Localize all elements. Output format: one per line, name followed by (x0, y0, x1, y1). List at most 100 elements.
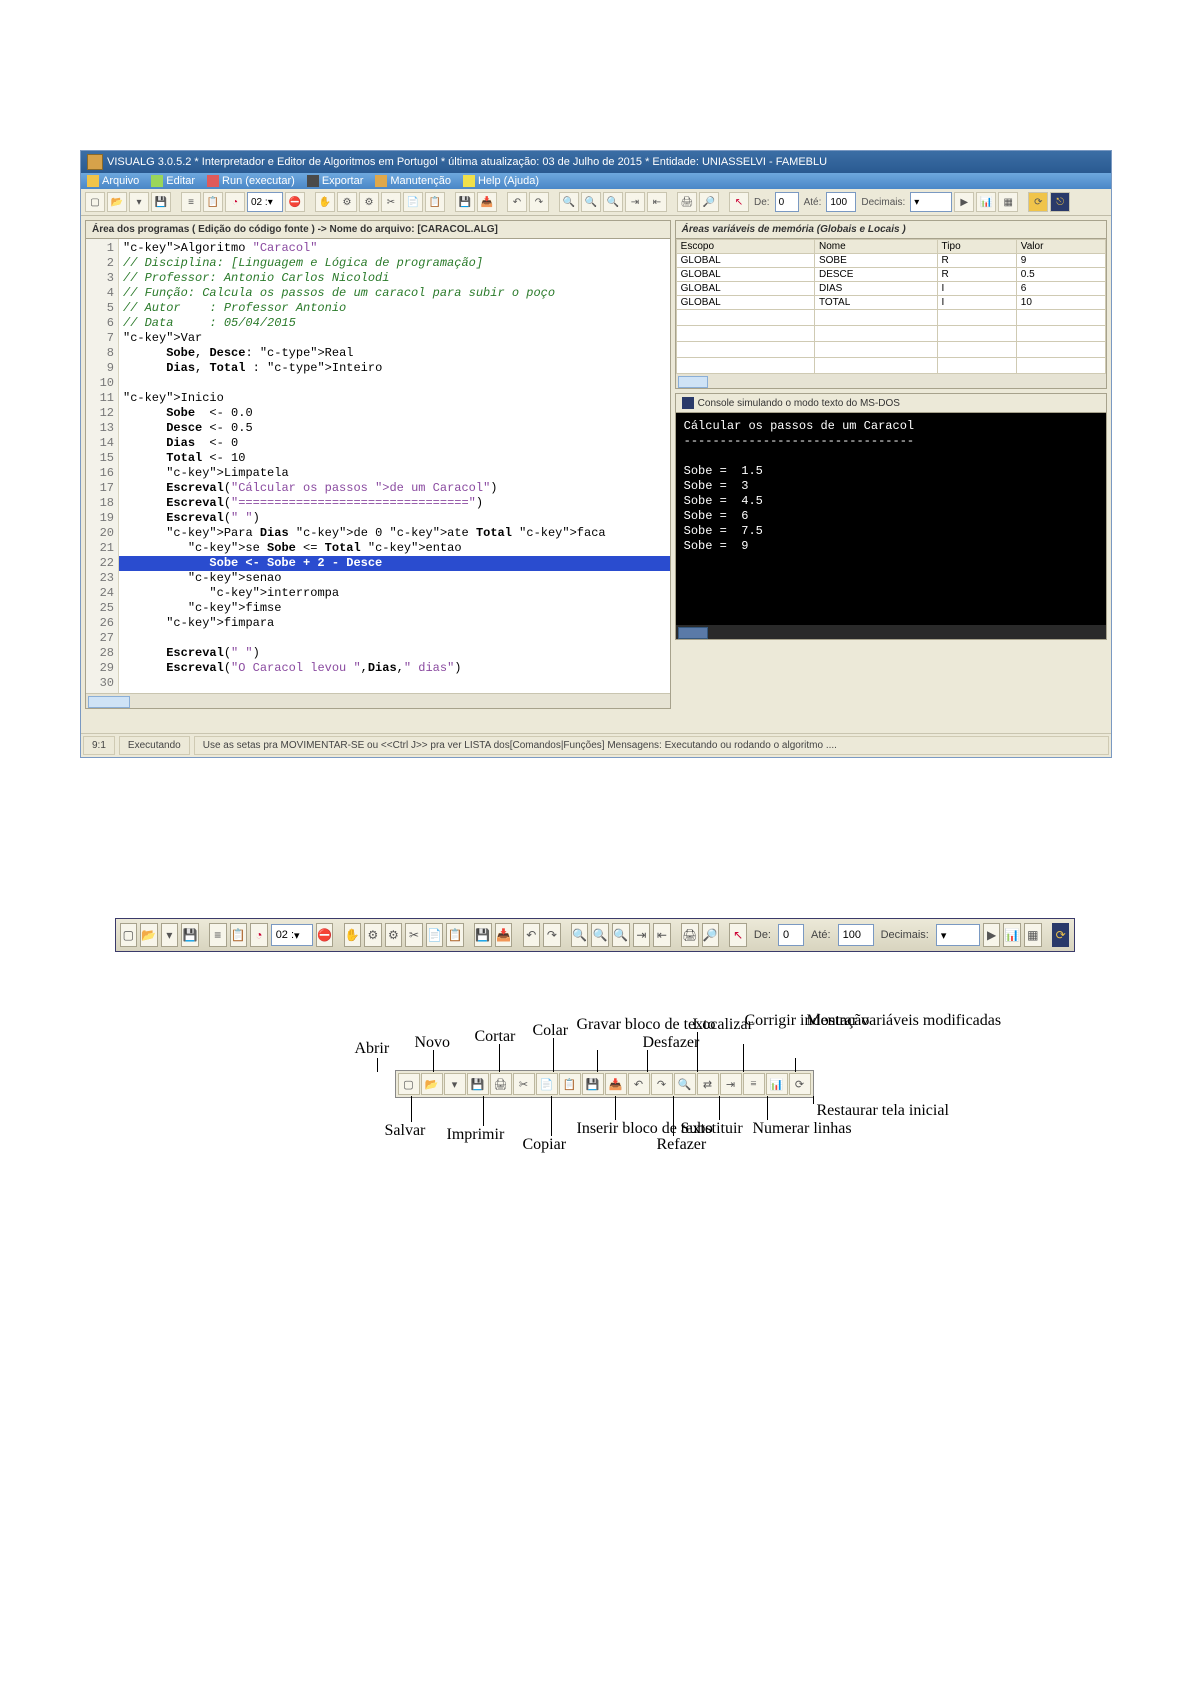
redo-icon[interactable]: ↷ (529, 192, 549, 212)
hand-icon[interactable]: ✋ (315, 192, 335, 212)
gear-icon[interactable]: ⚙ (364, 923, 382, 947)
copy-icon[interactable]: 📄 (403, 192, 423, 212)
exit-icon[interactable]: ⎋ (1050, 192, 1070, 212)
new-icon[interactable]: ▢ (120, 923, 138, 947)
outdent-icon[interactable]: ⇤ (647, 192, 667, 212)
h-scrollbar[interactable] (86, 693, 670, 708)
saveblock-icon[interactable]: 💾 (455, 192, 475, 212)
replace-icon: ⇄ (697, 1073, 719, 1095)
cut-icon[interactable]: ✂ (405, 923, 423, 947)
label-substituir: Substituir (681, 1120, 743, 1138)
menu-manutencao[interactable]: Manutenção (375, 175, 451, 187)
redo-icon[interactable]: ↷ (543, 923, 561, 947)
decimais-label: Decimais: (877, 929, 933, 941)
dropdown-icon[interactable]: ▾ (129, 192, 149, 212)
indent-icon[interactable]: ⇥ (625, 192, 645, 212)
timer-icon[interactable]: ◔ (250, 923, 268, 947)
ate-label: Até: (801, 197, 825, 208)
insertblock-icon[interactable]: 📥 (477, 192, 497, 212)
ate-field[interactable]: 100 (826, 192, 856, 212)
paste-icon: 📋 (559, 1073, 581, 1095)
restore-icon[interactable]: ⟳ (1052, 923, 1070, 947)
paste2-icon[interactable]: 📋 (446, 923, 464, 947)
save-icon[interactable]: 💾 (151, 192, 171, 212)
code-lines[interactable]: "c-key">Algoritmo "Caracol"// Disciplina… (119, 239, 670, 693)
save-icon[interactable]: 💾 (181, 923, 199, 947)
grid-icon[interactable]: ▦ (998, 192, 1018, 212)
code-body[interactable]: 1 2 3 4 5 6 7 8 9 10 11 12 13 14 15 16 1… (86, 239, 670, 693)
vars-icon[interactable]: 📊 (976, 192, 996, 212)
decimais-combo[interactable]: ▾ (936, 924, 980, 946)
de-field[interactable]: 0 (778, 924, 804, 946)
vars-col: Valor (1016, 240, 1105, 254)
numerate-icon[interactable]: ≡ (209, 923, 227, 947)
menu-run[interactable]: Run (executar) (207, 175, 295, 187)
print-icon[interactable]: 🖨 (681, 923, 699, 947)
paste2-icon[interactable]: 📋 (425, 192, 445, 212)
vars-table: EscopoNomeTipoValor GLOBALSOBER9GLOBALDE… (676, 239, 1106, 374)
grid-icon[interactable]: ▦ (1024, 923, 1042, 947)
menu-arquivo[interactable]: Arquivo (87, 175, 139, 187)
menu-exportar[interactable]: Exportar (307, 175, 364, 187)
new-icon[interactable]: ▢ (85, 192, 105, 212)
insertblock-icon: 📥 (605, 1073, 627, 1095)
vars-col: Tipo (937, 240, 1016, 254)
titlebar: VISUALG 3.0.5.2 * Interpretador e Editor… (81, 151, 1111, 173)
paste-icon[interactable]: 📋 (230, 923, 248, 947)
gear2-icon[interactable]: ⚙ (359, 192, 379, 212)
gear2-icon[interactable]: ⚙ (385, 923, 403, 947)
vars-icon[interactable]: 📊 (1003, 923, 1021, 947)
find-icon[interactable]: 🔍 (559, 192, 579, 212)
print-icon[interactable]: 🖨 (677, 192, 697, 212)
hand-icon[interactable]: ✋ (344, 923, 362, 947)
outdent-icon[interactable]: ⇤ (653, 923, 671, 947)
code-panel-header: Área dos programas ( Edição do código fo… (86, 221, 670, 239)
restore-icon[interactable]: ⟳ (1028, 192, 1048, 212)
decimais-combo[interactable]: ▾ (910, 192, 952, 212)
menu-editar[interactable]: Editar (151, 175, 195, 187)
open-icon[interactable]: 📂 (107, 192, 127, 212)
gear-icon[interactable]: ⚙ (337, 192, 357, 212)
cut-icon[interactable]: ✂ (381, 192, 401, 212)
run-icon[interactable]: ▶ (954, 192, 974, 212)
table-row: GLOBALTOTALI10 (676, 296, 1105, 310)
paste-icon[interactable]: 📋 (203, 192, 223, 212)
vars-scrollbar[interactable] (676, 374, 1106, 388)
stop-icon[interactable]: ⛔ (285, 192, 305, 212)
table-row (676, 310, 1105, 326)
run-icon[interactable]: ▶ (983, 923, 1001, 947)
label-inserir: Inserir bloco de texto (577, 1120, 667, 1138)
toolbar-zoom-figure: ▢ 📂 ▾ 💾 ≡ 📋 ◔ 02 : ▾ ⛔ ✋ ⚙ ⚙ ✂ 📄 📋 💾 📥 ↶… (115, 918, 1075, 952)
toolbar: ▢ 📂 ▾ 💾 ≡ 📋 ◔ 02 : ▾ ⛔ ✋ ⚙ ⚙ ✂ 📄 📋 💾 📥 ↶… (81, 189, 1111, 216)
preview-icon[interactable]: 🔎 (699, 192, 719, 212)
replace-icon[interactable]: 🔍 (603, 192, 623, 212)
replace-icon[interactable]: 🔍 (612, 923, 630, 947)
undo-icon[interactable]: ↶ (523, 923, 541, 947)
vars-icon: 📊 (766, 1073, 788, 1095)
stop-icon[interactable]: ⛔ (316, 923, 334, 947)
saveblock-icon[interactable]: 💾 (474, 923, 492, 947)
de-field[interactable]: 0 (775, 192, 799, 212)
pointer-icon[interactable]: ↖ (729, 192, 749, 212)
find-icon[interactable]: 🔍 (571, 923, 589, 947)
dropdown-icon[interactable]: ▾ (161, 923, 179, 947)
timer-icon[interactable]: ◔ (225, 192, 245, 212)
ate-field[interactable]: 100 (838, 924, 874, 946)
console-body: Cálcular os passos de um Caracol -------… (676, 413, 1106, 625)
console-scrollbar[interactable] (676, 625, 1106, 639)
menu-help[interactable]: Help (Ajuda) (463, 175, 539, 187)
saveblock-icon: 💾 (582, 1073, 604, 1095)
open-icon[interactable]: 📂 (140, 923, 158, 947)
preview-icon[interactable]: 🔎 (702, 923, 720, 947)
numerate-icon[interactable]: ≡ (181, 192, 201, 212)
undo-icon[interactable]: ↶ (507, 192, 527, 212)
pointer-icon[interactable]: ↖ (729, 923, 747, 947)
copy-icon[interactable]: 📄 (426, 923, 444, 947)
label-salvar: Salvar (385, 1122, 426, 1140)
find2-icon[interactable]: 🔍 (591, 923, 609, 947)
indent-icon[interactable]: ⇥ (633, 923, 651, 947)
find2-icon[interactable]: 🔍 (581, 192, 601, 212)
zoom-combo[interactable]: 02 : ▾ (271, 924, 313, 946)
zoom-combo[interactable]: 02 : ▾ (247, 192, 283, 212)
insertblock-icon[interactable]: 📥 (495, 923, 513, 947)
